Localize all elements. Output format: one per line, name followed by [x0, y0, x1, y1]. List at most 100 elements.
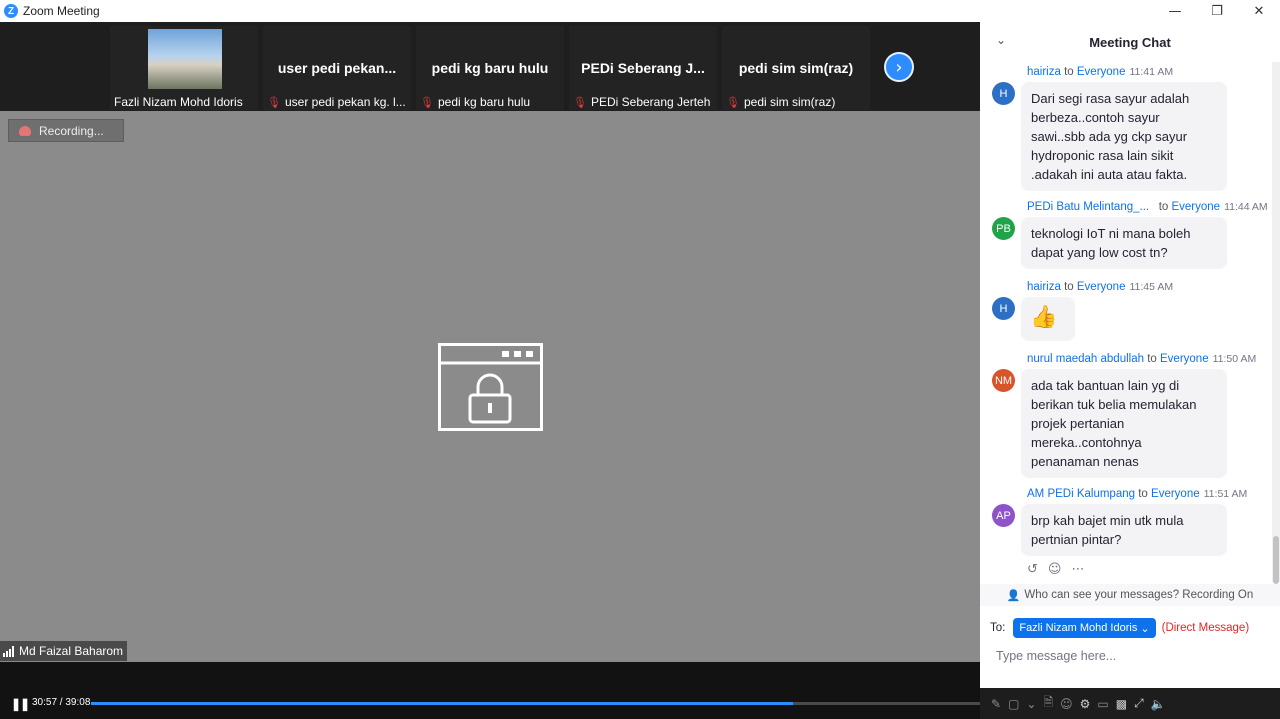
avatar: AP [992, 504, 1015, 527]
cloud-record-icon [19, 125, 31, 136]
message-line: ada tak bantuan lain yg di [1031, 378, 1180, 393]
participant-label: 🎙 PEDi Seberang Jerteh [573, 95, 711, 109]
recipient-name: Everyone [1171, 201, 1221, 213]
message-time: 11:50 AM [1212, 353, 1257, 365]
window-title: Zoom Meeting [23, 4, 100, 18]
to-word: to [1064, 66, 1074, 78]
reply-icon[interactable]: ↺ [1027, 562, 1038, 577]
chat-scrollbar[interactable] [1272, 62, 1280, 584]
restore-icon[interactable]: ❐ [1196, 0, 1238, 22]
message-time: 11:45 AM [1129, 281, 1174, 293]
participant-name: user pedi pekan... [277, 60, 397, 76]
fullscreen-icon[interactable]: ⤢ [1134, 696, 1144, 711]
participant-name: PEDi Seberang J... [581, 60, 705, 76]
sender-name: hairiza [1027, 281, 1061, 293]
message-line: berikan tuk belia memulakan [1031, 397, 1197, 412]
participant-thumbnail[interactable]: Fazli Nizam Mohd Idoris [110, 26, 258, 110]
seek-bar-progress [91, 702, 794, 705]
add-reaction-icon[interactable]: ☺ [1048, 562, 1062, 577]
active-speaker-label: Md Faizal Baharom [0, 641, 128, 661]
participant-label: 🎙 user pedi pekan kg. l... [267, 95, 406, 109]
person-icon: 👤 [1006, 588, 1021, 602]
who-can-see-banner[interactable]: 👤 Who can see your messages? Recording O… [980, 584, 1280, 606]
emoji-icon[interactable]: ☺ [1060, 697, 1073, 711]
participant-thumbnail[interactable]: pedi sim sim(raz) 🎙 pedi sim sim(raz) [722, 26, 870, 110]
to-word: to [1064, 281, 1074, 293]
recipient-row: To: Fazli Nizam Mohd Idoris ⌄ (Direct Me… [990, 618, 1249, 638]
chat-title: Meeting Chat [1089, 35, 1171, 50]
sender-name: hairiza [1027, 66, 1061, 78]
recipient-name: Everyone [1160, 353, 1209, 365]
participant-name: pedi sim sim(raz) [738, 60, 854, 76]
participant-label: Fazli Nizam Mohd Idoris [114, 95, 243, 109]
format-text-icon[interactable]: ✎ [991, 697, 1001, 711]
message-bubble: ada tak bantuan lain yg di berikan tuk b… [1021, 369, 1227, 478]
scrollbar-thumb[interactable] [1273, 536, 1279, 584]
to-word: to [1147, 353, 1157, 365]
recipient-name: Everyone [1151, 488, 1200, 500]
chevron-right-icon: › [895, 56, 903, 78]
sender-name: PEDi Batu Melintang_... [1027, 201, 1150, 213]
avatar: NM [992, 369, 1015, 392]
mic-muted-icon: 🎙 [267, 96, 281, 109]
message-time: 11:41 AM [1129, 66, 1174, 78]
direct-message-label: (Direct Message) [1161, 622, 1250, 634]
close-icon[interactable]: ✕ [1238, 0, 1280, 22]
seek-bar[interactable] [91, 702, 980, 705]
recording-label: Recording... [39, 123, 104, 138]
avatar: H [992, 297, 1015, 320]
settings-icon[interactable]: ⚙ [1080, 697, 1091, 711]
participant-thumbnail[interactable]: PEDi Seberang J... 🎙 PEDi Seberang Jerteh [569, 26, 717, 110]
signal-strength-icon [3, 645, 14, 657]
window-controls: — ❐ ✕ [1154, 0, 1280, 22]
message-line: dapat yang low cost tn? [1031, 245, 1168, 260]
message-time: 11:51 AM [1203, 488, 1248, 500]
participant-photo [148, 29, 222, 89]
participant-label: 🎙 pedi kg baru hulu [420, 95, 531, 109]
participant-thumbnail[interactable]: user pedi pekan... 🎙 user pedi pekan kg. … [263, 26, 411, 110]
chat-message-input[interactable] [996, 646, 1266, 666]
file-icon[interactable]: 🗎 [1043, 693, 1053, 714]
pause-button[interactable]: ❚❚ [11, 697, 30, 711]
sender-name: AM PEDi Kalumpang [1027, 488, 1136, 500]
zoom-window: Z Zoom Meeting — ❐ ✕ Fazli Nizam Mohd Id… [0, 0, 1280, 719]
volume-icon[interactable]: 🔈 [1151, 697, 1166, 711]
to-word: to [1138, 488, 1148, 500]
message-line: penanaman nenas [1031, 454, 1139, 469]
chevron-down-icon: ⌄ [1140, 622, 1150, 635]
pip-icon[interactable]: ▩ [1116, 697, 1127, 711]
captions-icon[interactable]: ▭ [1097, 697, 1108, 711]
avatar: H [992, 82, 1015, 105]
screenshot-icon[interactable]: ▢ [1008, 697, 1019, 711]
message-line: projek pertanian [1031, 416, 1125, 431]
message-meta: hairiza to Everyone 11:41 AM [1027, 66, 1173, 78]
recording-indicator[interactable]: Recording... [8, 119, 124, 142]
participant-thumbnail[interactable]: pedi kg baru hulu 🎙 pedi kg baru hulu [416, 26, 564, 110]
thumbnail-strip: Fazli Nizam Mohd Idoris user pedi pekan.… [0, 22, 980, 111]
thumbs-up-icon: 👍 [1030, 305, 1058, 330]
to-label: To: [990, 622, 1006, 634]
to-word: to [1158, 201, 1169, 213]
recipient-dropdown[interactable]: Fazli Nizam Mohd Idoris ⌄ [1013, 618, 1156, 638]
chevron-down-icon[interactable]: ⌄ [1026, 697, 1036, 711]
message-line: pertnian pintar? [1031, 532, 1122, 547]
next-page-button[interactable]: › [884, 52, 914, 82]
message-line: brp kah bajet min utk mula [1031, 513, 1184, 528]
message-bubble: teknologi IoT ni mana boleh dapat yang l… [1021, 217, 1227, 269]
playback-time: 30:57 / 39:08 [32, 697, 91, 708]
message-actions: ↺ ☺ ⋯ [1027, 562, 1084, 577]
message-line: .adakah ini auta atau fakta. [1031, 167, 1188, 182]
participant-name: pedi kg baru hulu [431, 60, 549, 76]
mic-muted-icon: 🎙 [573, 96, 587, 109]
video-area: Fazli Nizam Mohd Idoris user pedi pekan.… [0, 22, 980, 662]
message-bubble: 👍 [1021, 297, 1075, 341]
sender-name: nurul maedah abdullah [1027, 353, 1145, 365]
avatar: PB [992, 217, 1015, 240]
message-line: Dari segi rasa sayur adalah [1031, 91, 1190, 106]
minimize-icon[interactable]: — [1154, 0, 1196, 22]
message-line: berbeza..contoh sayur [1031, 110, 1160, 125]
recipient-dropdown-label: Fazli Nizam Mohd Idoris [1019, 622, 1138, 634]
participant-label: 🎙 pedi sim sim(raz) [726, 95, 836, 109]
more-icon[interactable]: ⋯ [1071, 562, 1084, 577]
message-line: sawi..sbb ada yg ckp sayur [1031, 129, 1188, 144]
